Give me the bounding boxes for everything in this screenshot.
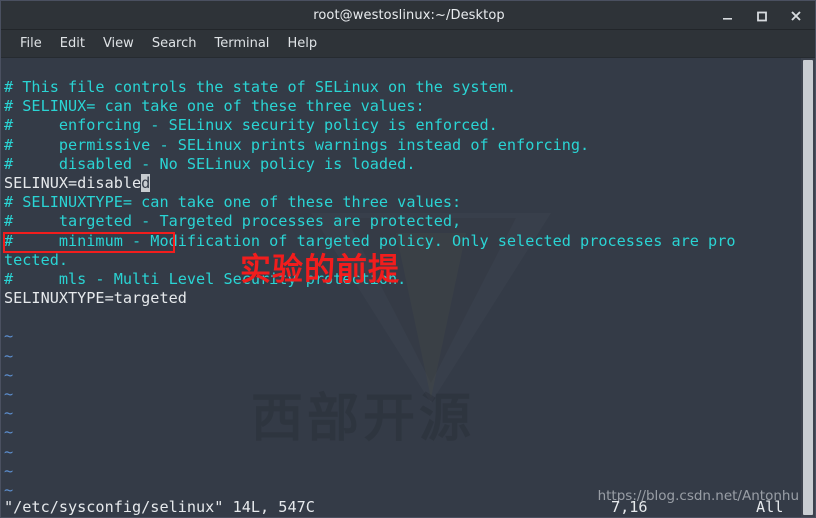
terminal-body[interactable]: 西部开源 # This file controls the state of S… [1, 58, 815, 517]
status-cursor-position: 7,16 [611, 498, 648, 516]
editor-line: # enforcing - SELinux security policy is… [4, 116, 498, 135]
editor-lines: # This file controls the state of SELinu… [4, 78, 804, 500]
editor-line: ~ [4, 346, 14, 365]
menu-bar: File Edit View Search Terminal Help [1, 30, 815, 58]
menu-item-edit[interactable]: Edit [51, 34, 94, 53]
editor-line: ~ [4, 461, 14, 480]
editor-line: # mls - Multi Level Security protection. [4, 269, 407, 288]
text-cursor: d [141, 173, 151, 192]
status-file-info: "/etc/sysconfig/selinux" 14L, 547C [4, 498, 315, 516]
editor-line: ~ [4, 404, 14, 423]
editor-line: ~ [4, 327, 14, 346]
editor-line: ~ [4, 365, 14, 384]
editor-line: # This file controls the state of SELinu… [4, 78, 517, 96]
status-scroll-state: All [756, 498, 784, 516]
window-titlebar: root@westoslinux:~/Desktop [1, 1, 815, 30]
editor-line: # targeted - Targeted processes are prot… [4, 212, 462, 231]
editor-line: SELINUXTYPE=targeted [4, 289, 187, 308]
minimize-icon[interactable] [721, 9, 735, 23]
editor-line: # permissive - SELinux prints warnings i… [4, 135, 590, 154]
window-controls [721, 1, 811, 30]
editor-line: # SELINUXTYPE= can take one of these thr… [4, 193, 462, 212]
editor-line: # SELINUX= can take one of these three v… [4, 97, 425, 116]
editor-line: ~ [4, 385, 14, 403]
menu-item-search[interactable]: Search [143, 34, 206, 53]
scrollbar-thumb[interactable] [803, 60, 813, 515]
editor-line: ~ [4, 442, 14, 461]
window-title: root@westoslinux:~/Desktop [313, 8, 505, 23]
menu-item-help[interactable]: Help [278, 34, 326, 53]
editor-line: SELINUX=disabled [4, 173, 151, 192]
close-icon[interactable] [789, 9, 803, 23]
editor-line: tected. [4, 250, 69, 269]
menu-item-view[interactable]: View [94, 34, 143, 53]
editor-line: # minimum - Modification of targeted pol… [4, 231, 736, 250]
editor-line: ~ [4, 423, 14, 442]
menu-item-terminal[interactable]: Terminal [205, 34, 278, 53]
vertical-scrollbar[interactable] [801, 58, 815, 517]
editor-line: # disabled - No SELinux policy is loaded… [4, 154, 416, 173]
maximize-icon[interactable] [755, 9, 769, 23]
terminal-window: root@westoslinux:~/Desktop File Edit Vie… [0, 0, 816, 518]
menu-item-file[interactable]: File [11, 34, 51, 53]
